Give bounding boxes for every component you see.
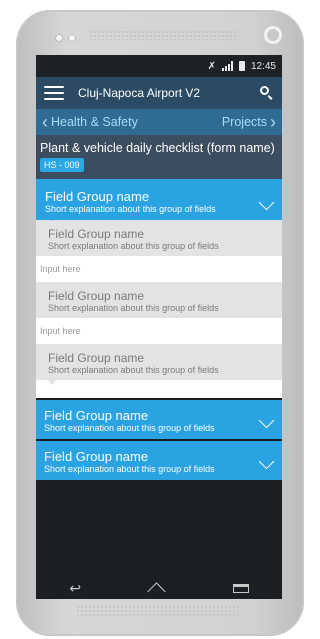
app-bar: Cluj-Napoca Airport V2: [36, 77, 282, 109]
field-item: Field Group name Short explanation about…: [36, 340, 282, 380]
chevron-left-icon: ‹: [42, 112, 48, 132]
field-group-body: Field Group name Short explanation about…: [36, 216, 282, 398]
home-nav-icon[interactable]: [148, 583, 166, 593]
status-time: 12:45: [250, 60, 276, 72]
search-icon[interactable]: [260, 86, 274, 100]
field-item-title: Field Group name: [48, 289, 145, 303]
field-input-empty[interactable]: [36, 380, 282, 398]
back-link-label: Health & Safety: [51, 115, 138, 129]
field-item-title: Field Group name: [48, 227, 145, 241]
top-speaker-grille: [89, 30, 239, 40]
sensor-dots: [55, 34, 76, 42]
field-group-header[interactable]: Field Group name Short explanation about…: [36, 179, 282, 220]
back-nav-icon[interactable]: ↩: [69, 580, 81, 597]
field-group-title: Field Group name: [45, 189, 150, 204]
field-item-subtitle: Short explanation about this group of fi…: [48, 303, 219, 313]
field-group-header[interactable]: Field Group name Short explanation about…: [36, 400, 282, 439]
field-group-title: Field Group name: [44, 408, 149, 423]
pointer-notch: [48, 340, 56, 345]
field-group-header[interactable]: Field Group name Short explanation about…: [36, 441, 282, 480]
form-name: Plant & vehicle daily checklist (form na…: [40, 141, 275, 155]
field-group-subtitle: Short explanation about this group of fi…: [44, 423, 215, 433]
system-nav-bar: ↩: [36, 577, 282, 599]
field-item-subtitle: Short explanation about this group of fi…: [48, 241, 219, 251]
form-code-badge: HS - 009: [40, 158, 84, 172]
forward-link-label: Projects: [221, 115, 267, 129]
pointer-notch: [48, 216, 56, 221]
field-item: Field Group name Short explanation about…: [36, 278, 282, 318]
chevron-right-icon: ›: [270, 112, 276, 132]
recent-apps-icon[interactable]: [232, 583, 249, 593]
bottom-speaker-grille: [76, 605, 241, 617]
field-item-subtitle: Short explanation about this group of fi…: [48, 365, 219, 375]
field-item: Field Group name Short explanation about…: [36, 216, 282, 256]
field-input[interactable]: Input here: [36, 318, 282, 344]
sub-navigation: ‹ Health & Safety Projects ›: [36, 109, 282, 135]
menu-icon[interactable]: [44, 86, 64, 100]
forward-link-projects[interactable]: Projects ›: [222, 113, 276, 131]
field-item-title: Field Group name: [48, 351, 145, 365]
field-input[interactable]: Input here: [36, 256, 282, 282]
back-link-health-safety[interactable]: ‹ Health & Safety: [42, 113, 138, 131]
nfc-icon: ✗: [207, 60, 216, 72]
signal-icon: [221, 61, 233, 71]
status-bar: ✗ 12:45: [36, 55, 282, 77]
field-group-title: Field Group name: [44, 449, 149, 464]
pointer-notch: [48, 278, 56, 283]
field-group-subtitle: Short explanation about this group of fi…: [45, 204, 216, 214]
field-group-subtitle: Short explanation about this group of fi…: [44, 464, 215, 474]
phone-screen: ✗ 12:45 Cluj-Napoca Airport V2 ‹ Health …: [36, 55, 282, 599]
pointer-notch: [48, 380, 56, 385]
battery-icon: [238, 61, 245, 71]
app-title: Cluj-Napoca Airport V2: [78, 86, 201, 100]
form-header: Plant & vehicle daily checklist (form na…: [36, 135, 282, 179]
front-camera: [264, 26, 282, 44]
